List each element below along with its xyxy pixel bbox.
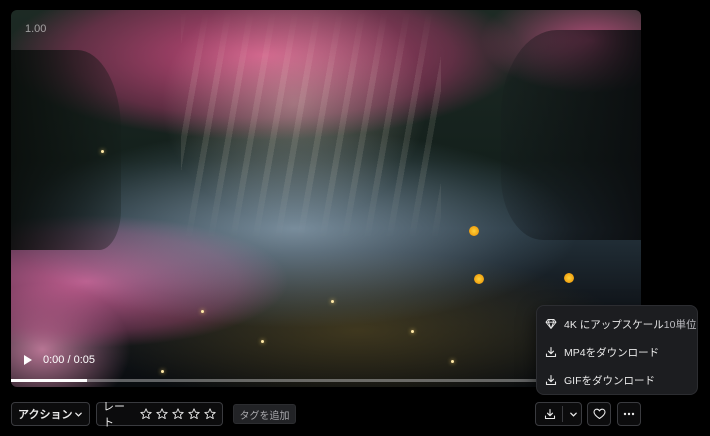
video-sparkle <box>451 360 454 363</box>
video-flower <box>474 274 484 284</box>
star-icon[interactable] <box>188 408 200 420</box>
star-icon[interactable] <box>204 408 216 420</box>
playback-speed[interactable]: 1.00 <box>25 23 46 35</box>
menu-item-label: MP4をダウンロード <box>564 346 660 359</box>
action-label: アクション <box>18 409 73 421</box>
progress-fill <box>11 379 87 382</box>
video-sparkle <box>411 330 414 333</box>
video-sparkle <box>201 310 204 313</box>
star-icon[interactable] <box>172 408 184 420</box>
rate-label: レート <box>103 401 125 429</box>
video-light-rays <box>181 10 441 240</box>
video-flower <box>469 226 479 236</box>
video-sparkle <box>261 340 264 343</box>
divider <box>562 406 563 422</box>
diamond-icon <box>545 319 557 329</box>
video-flower <box>564 273 574 283</box>
video-frame-shadow-right <box>501 30 641 240</box>
chevron-down-icon[interactable] <box>569 410 578 419</box>
menu-item-label: GIFをダウンロード <box>564 374 655 387</box>
action-dropdown[interactable]: アクション <box>11 402 90 426</box>
time-display: 0:00 / 0:05 <box>43 354 95 366</box>
menu-item-download-mp4[interactable]: MP4をダウンロード <box>537 338 697 366</box>
video-frame-shadow-left <box>11 50 121 250</box>
add-tag-button[interactable]: タグを追加 <box>233 404 296 424</box>
menu-item-download-gif[interactable]: GIFをダウンロード <box>537 366 697 394</box>
favorite-button[interactable] <box>587 402 611 426</box>
download-icon <box>545 374 557 386</box>
chevron-down-icon <box>75 412 82 417</box>
video-sparkle <box>331 300 334 303</box>
star-icon[interactable] <box>156 408 168 420</box>
more-options-button[interactable] <box>617 402 641 426</box>
menu-item-suffix: 10単位 <box>663 318 697 331</box>
add-tag-label: タグを追加 <box>239 410 290 422</box>
video-sparkle <box>101 150 104 153</box>
heart-icon <box>592 408 606 420</box>
star-icon[interactable] <box>140 408 152 420</box>
more-horizontal-icon <box>623 412 635 416</box>
download-icon[interactable] <box>544 408 556 420</box>
download-menu: 4K にアップスケール10単位 MP4をダウンロード GIFをダウンロード <box>536 305 698 395</box>
play-icon[interactable] <box>23 355 33 365</box>
playback-controls: 0:00 / 0:05 <box>23 354 95 366</box>
download-split-button[interactable] <box>535 402 582 426</box>
download-icon <box>545 346 557 358</box>
star-rating <box>140 408 216 420</box>
menu-item-upscale-4k[interactable]: 4K にアップスケール10単位 <box>537 310 697 338</box>
menu-item-label: 4K にアップスケール <box>564 318 664 331</box>
video-sparkle <box>161 370 164 373</box>
rating-control: レート <box>96 401 223 429</box>
